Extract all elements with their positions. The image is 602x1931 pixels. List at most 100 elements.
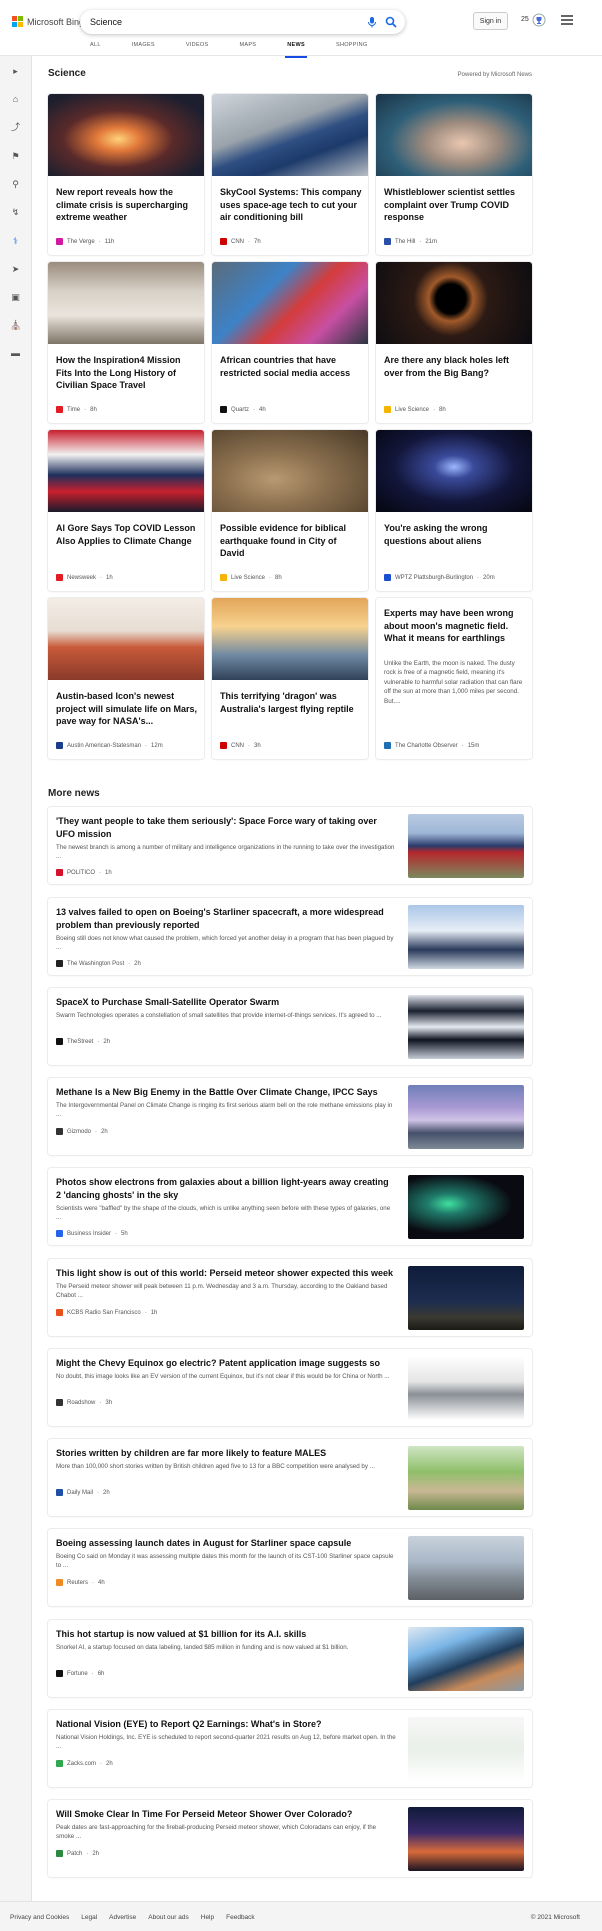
news-card-title[interactable]: How the Inspiration4 Mission Fits Into t… (56, 354, 198, 392)
news-card-title[interactable]: New report reveals how the climate crisi… (56, 186, 198, 224)
news-list-item[interactable]: SpaceX to Purchase Small-Satellite Opera… (48, 988, 532, 1065)
news-card-image[interactable] (212, 598, 368, 680)
publisher-name[interactable]: Newsweek (67, 575, 96, 581)
news-list-thumbnail[interactable] (408, 995, 524, 1059)
news-card-title[interactable]: This terrifying 'dragon' was Australia's… (220, 690, 362, 715)
publisher-name[interactable]: Quartz (231, 407, 249, 413)
news-list-title[interactable]: This hot startup is now valued at $1 bil… (56, 1628, 396, 1641)
news-list-title[interactable]: 'They want people to take them seriously… (56, 815, 396, 840)
news-card-title[interactable]: Austin-based Icon's newest project will … (56, 690, 198, 728)
news-card[interactable]: This terrifying 'dragon' was Australia's… (212, 598, 368, 759)
news-card-title[interactable]: Al Gore Says Top COVID Lesson Also Appli… (56, 522, 198, 547)
news-list-thumbnail[interactable] (408, 1356, 524, 1420)
publisher-name[interactable]: The Hill (395, 239, 415, 245)
share-icon[interactable]: ⤴ (10, 122, 21, 133)
publisher-name[interactable]: Fortune (67, 1671, 88, 1677)
news-list-title[interactable]: Stories written by children are far more… (56, 1447, 396, 1460)
news-card-image[interactable] (376, 94, 532, 176)
news-list-thumbnail[interactable] (408, 1446, 524, 1510)
news-list-item[interactable]: Might the Chevy Equinox go electric? Pat… (48, 1349, 532, 1426)
news-card-image[interactable] (212, 262, 368, 344)
science-icon[interactable]: ↯ (10, 207, 21, 218)
news-card[interactable]: Whistleblower scientist settles complain… (376, 94, 532, 255)
news-list-thumbnail[interactable] (408, 1175, 524, 1239)
publisher-name[interactable]: The Charlotte Observer (395, 743, 458, 749)
news-list-item[interactable]: 'They want people to take them seriously… (48, 807, 532, 884)
news-card-image[interactable] (376, 430, 532, 512)
news-list-thumbnail[interactable] (408, 905, 524, 969)
news-list-title[interactable]: This light show is out of this world: Pe… (56, 1267, 396, 1280)
location-icon[interactable]: ⚲ (10, 179, 21, 190)
publisher-name[interactable]: Reuters (67, 1580, 88, 1586)
publisher-name[interactable]: KCBS Radio San Francisco (67, 1310, 141, 1316)
rocket-icon[interactable]: ➤ (10, 264, 21, 275)
tab-images[interactable]: IMAGES (132, 40, 155, 50)
news-list-title[interactable]: Will Smoke Clear In Time For Perseid Met… (56, 1808, 396, 1821)
menu-icon[interactable] (561, 15, 573, 25)
news-list-thumbnail[interactable] (408, 1536, 524, 1600)
news-list-title[interactable]: Boeing assessing launch dates in August … (56, 1537, 396, 1550)
news-card[interactable]: Are there any black holes left over from… (376, 262, 532, 423)
news-card-image[interactable] (376, 262, 532, 344)
home-icon[interactable]: ⌂ (10, 94, 21, 105)
news-card-image[interactable] (48, 430, 204, 512)
search-box[interactable] (80, 10, 405, 34)
publisher-name[interactable]: CNN (231, 239, 244, 245)
tab-news[interactable]: NEWS (285, 40, 307, 58)
news-card[interactable]: African countries that have restricted s… (212, 262, 368, 423)
news-list-title[interactable]: Might the Chevy Equinox go electric? Pat… (56, 1357, 396, 1370)
chevron-right-icon[interactable]: ▸ (10, 66, 21, 77)
publisher-name[interactable]: Austin American-Statesman (67, 743, 141, 749)
news-card-title[interactable]: Possible evidence for biblical earthquak… (220, 522, 362, 560)
publisher-name[interactable]: WPTZ Plattsburgh-Burlington (395, 575, 473, 581)
publisher-name[interactable]: Live Science (395, 407, 429, 413)
news-card[interactable]: Al Gore Says Top COVID Lesson Also Appli… (48, 430, 204, 591)
publisher-name[interactable]: Patch (67, 1851, 82, 1857)
news-list-thumbnail[interactable] (408, 1717, 524, 1781)
news-card[interactable]: Experts may have been wrong about moon's… (376, 598, 532, 759)
news-list-item[interactable]: Methane Is a New Big Enemy in the Battle… (48, 1078, 532, 1155)
publisher-name[interactable]: Business Insider (67, 1231, 111, 1237)
news-card[interactable]: New report reveals how the climate crisi… (48, 94, 204, 255)
news-list-thumbnail[interactable] (408, 1266, 524, 1330)
news-list-title[interactable]: National Vision (EYE) to Report Q2 Earni… (56, 1718, 396, 1731)
search-input[interactable] (90, 14, 350, 30)
rewards-points[interactable]: 25 (521, 16, 529, 23)
publisher-name[interactable]: Daily Mail (67, 1490, 93, 1496)
footer-link-legal[interactable]: Legal (81, 1914, 97, 1921)
news-card-image[interactable] (48, 598, 204, 680)
news-card-image[interactable] (48, 262, 204, 344)
microphone-icon[interactable] (366, 16, 378, 28)
news-list-thumbnail[interactable] (408, 814, 524, 878)
news-card-image[interactable] (212, 94, 368, 176)
news-card-title[interactable]: Are there any black holes left over from… (384, 354, 526, 379)
publisher-name[interactable]: Zacks.com (67, 1761, 96, 1767)
news-list-item[interactable]: Photos show electrons from galaxies abou… (48, 1168, 532, 1245)
news-card-title[interactable]: SkyCool Systems: This company uses space… (220, 186, 362, 224)
news-card-title[interactable]: Experts may have been wrong about moon's… (384, 607, 526, 645)
footer-link-privacy[interactable]: Privacy and Cookies (10, 1914, 69, 1921)
footer-link-about-ads[interactable]: About our ads (148, 1914, 188, 1921)
publisher-name[interactable]: Roadshow (67, 1400, 95, 1406)
news-card-title[interactable]: You're asking the wrong questions about … (384, 522, 526, 547)
news-list-item[interactable]: This light show is out of this world: Pe… (48, 1259, 532, 1336)
tab-shopping[interactable]: SHOPPING (336, 40, 367, 50)
news-list-item[interactable]: This hot startup is now valued at $1 bil… (48, 1620, 532, 1697)
publisher-name[interactable]: The Verge (67, 239, 95, 245)
news-card-image[interactable] (212, 430, 368, 512)
tab-all[interactable]: ALL (90, 40, 101, 50)
search-icon[interactable] (385, 16, 397, 28)
news-card[interactable]: You're asking the wrong questions about … (376, 430, 532, 591)
tab-videos[interactable]: VIDEOS (186, 40, 209, 50)
film-icon[interactable]: ▣ (10, 292, 21, 303)
publisher-name[interactable]: The Washington Post (67, 961, 124, 967)
news-list-item[interactable]: Boeing assessing launch dates in August … (48, 1529, 532, 1606)
tab-maps[interactable]: MAPS (239, 40, 256, 50)
news-list-title[interactable]: Methane Is a New Big Enemy in the Battle… (56, 1086, 396, 1099)
publisher-name[interactable]: Time (67, 407, 80, 413)
news-list-title[interactable]: Photos show electrons from galaxies abou… (56, 1176, 396, 1201)
footer-link-advertise[interactable]: Advertise (109, 1914, 136, 1921)
news-list-item[interactable]: Will Smoke Clear In Time For Perseid Met… (48, 1800, 532, 1877)
news-card-title[interactable]: Whistleblower scientist settles complain… (384, 186, 526, 224)
news-list-item[interactable]: Stories written by children are far more… (48, 1439, 532, 1516)
